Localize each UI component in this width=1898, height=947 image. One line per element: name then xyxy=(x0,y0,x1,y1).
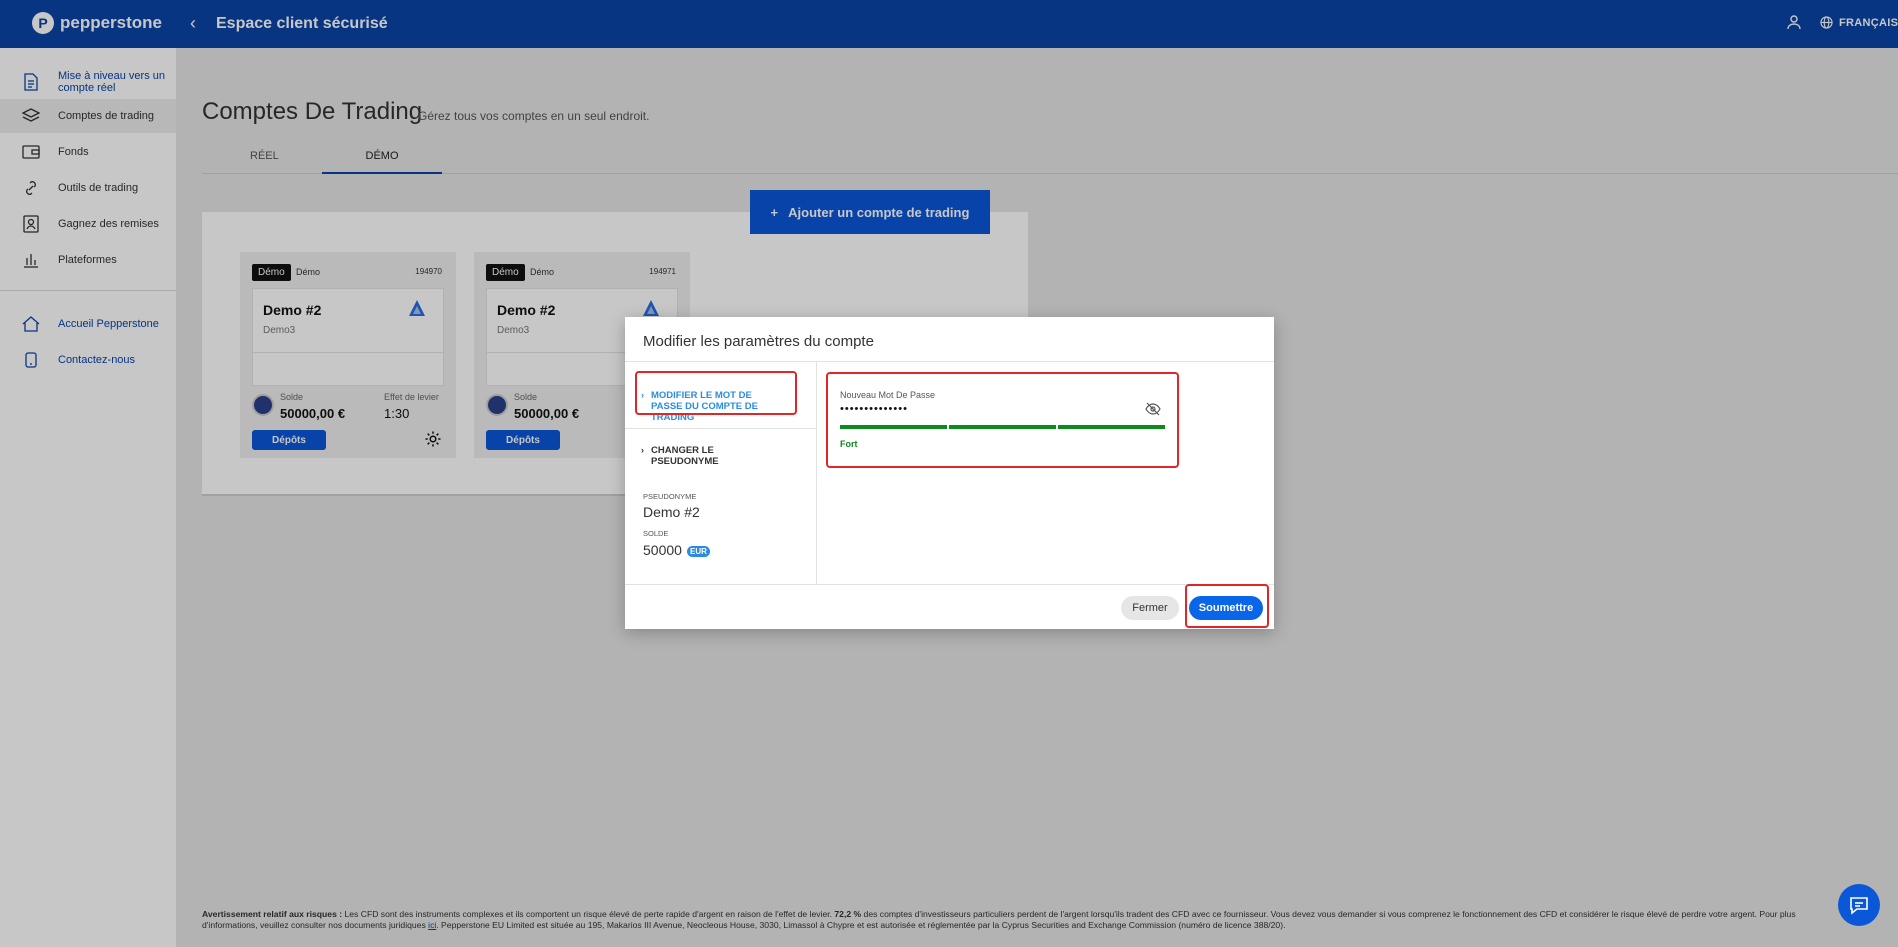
highlight-box xyxy=(1185,584,1269,628)
divider xyxy=(625,584,1274,585)
highlight-box xyxy=(826,372,1179,468)
chevron-right-icon: › xyxy=(641,445,644,455)
modal-title: Modifier les paramètres du compte xyxy=(643,333,874,350)
balance-value: 50000 xyxy=(643,542,682,558)
nickname-label: PSEUDONYME xyxy=(643,492,697,501)
currency-badge: EUR xyxy=(687,546,710,557)
chat-icon xyxy=(1850,897,1868,915)
highlight-box xyxy=(635,371,797,415)
divider xyxy=(625,428,816,429)
menu-change-nickname[interactable]: › CHANGER LE PSEUDONYME xyxy=(641,445,781,467)
balance-label: SOLDE xyxy=(643,529,669,538)
menu-label: CHANGER LE PSEUDONYME xyxy=(651,445,719,467)
close-button[interactable]: Fermer xyxy=(1121,596,1179,620)
account-settings-modal: Modifier les paramètres du compte › MODI… xyxy=(625,317,1274,629)
chat-button[interactable] xyxy=(1838,884,1880,926)
nickname-value: Demo #2 xyxy=(643,504,700,520)
